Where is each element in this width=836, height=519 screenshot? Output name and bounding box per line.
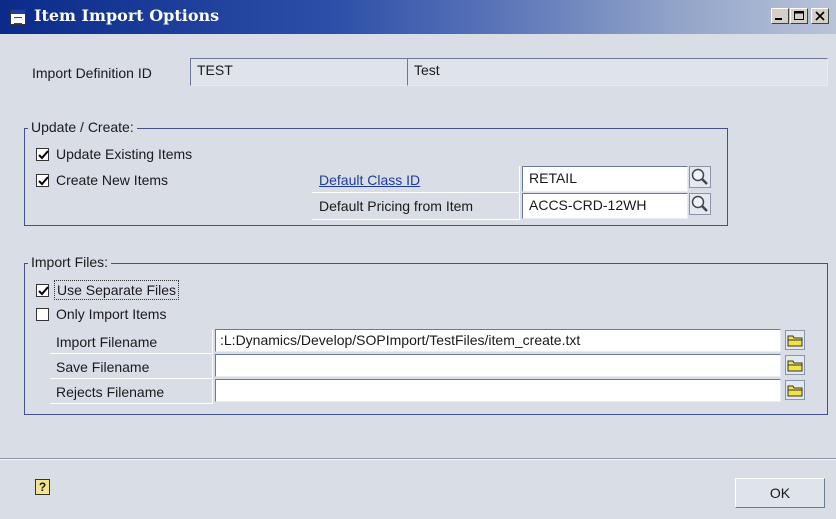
import-definition-description-field: Test	[407, 58, 828, 86]
import-filename-browse-button[interactable]	[785, 330, 805, 350]
import-definition-id-field: TEST	[190, 58, 408, 86]
folder-icon	[787, 335, 803, 347]
magnifier-icon	[691, 195, 708, 212]
maximize-button[interactable]	[790, 8, 808, 24]
default-class-input[interactable]: RETAIL	[522, 166, 688, 192]
folder-icon	[787, 385, 803, 397]
minimize-button[interactable]	[771, 8, 789, 24]
default-class-lookup-button[interactable]	[689, 166, 711, 188]
help-icon[interactable]: ?	[35, 479, 50, 495]
checkmark-icon	[38, 286, 49, 296]
only-import-items-label[interactable]: Only Import Items	[56, 306, 166, 322]
only-import-items-checkbox[interactable]	[36, 308, 49, 321]
create-new-label[interactable]: Create New Items	[56, 172, 168, 188]
default-pricing-label: Default Pricing from Item	[319, 198, 474, 214]
use-separate-files-label[interactable]: Use Separate Files	[54, 280, 180, 300]
import-files-group-label: Import Files:	[28, 254, 112, 270]
import-filename-value: :L:Dynamics/Develop/SOPImport/TestFiles/…	[220, 332, 581, 348]
import-definition-description-value: Test	[414, 62, 440, 78]
close-button[interactable]	[811, 8, 829, 24]
save-filename-input[interactable]	[215, 354, 781, 377]
update-existing-checkbox[interactable]	[36, 148, 49, 161]
checkmark-icon	[38, 150, 49, 160]
update-create-group-label: Update / Create:	[28, 119, 137, 135]
import-definition-label: Import Definition ID	[32, 65, 152, 81]
save-filename-browse-button[interactable]	[785, 355, 805, 375]
rejects-filename-label: Rejects Filename	[56, 384, 165, 400]
window-title: Item Import Options	[34, 6, 220, 25]
checkmark-icon	[38, 176, 49, 186]
save-filename-label: Save Filename	[56, 359, 150, 375]
ok-button[interactable]: OK	[735, 478, 825, 508]
default-pricing-lookup-button[interactable]	[689, 193, 711, 215]
magnifier-icon	[691, 168, 708, 185]
title-bar[interactable]: Item Import Options	[0, 0, 836, 34]
minimize-icon	[775, 18, 782, 20]
maximize-icon	[794, 11, 804, 20]
rejects-filename-input[interactable]	[215, 379, 781, 402]
default-class-value: RETAIL	[529, 170, 577, 186]
default-class-link[interactable]: Default Class ID	[319, 172, 420, 188]
import-filename-input[interactable]: :L:Dynamics/Develop/SOPImport/TestFiles/…	[215, 329, 781, 352]
create-new-checkbox[interactable]	[36, 174, 49, 187]
import-filename-label: Import Filename	[56, 334, 158, 350]
import-definition-id-value: TEST	[197, 62, 233, 78]
folder-icon	[787, 360, 803, 372]
default-pricing-value: ACCS-CRD-12WH	[529, 197, 647, 213]
update-existing-label[interactable]: Update Existing Items	[56, 146, 192, 162]
close-icon	[815, 11, 825, 21]
rejects-filename-browse-button[interactable]	[785, 380, 805, 400]
window-icon	[10, 9, 26, 25]
footer-divider-highlight	[0, 459, 836, 460]
use-separate-files-checkbox[interactable]	[36, 284, 49, 297]
default-pricing-input[interactable]: ACCS-CRD-12WH	[522, 193, 688, 219]
